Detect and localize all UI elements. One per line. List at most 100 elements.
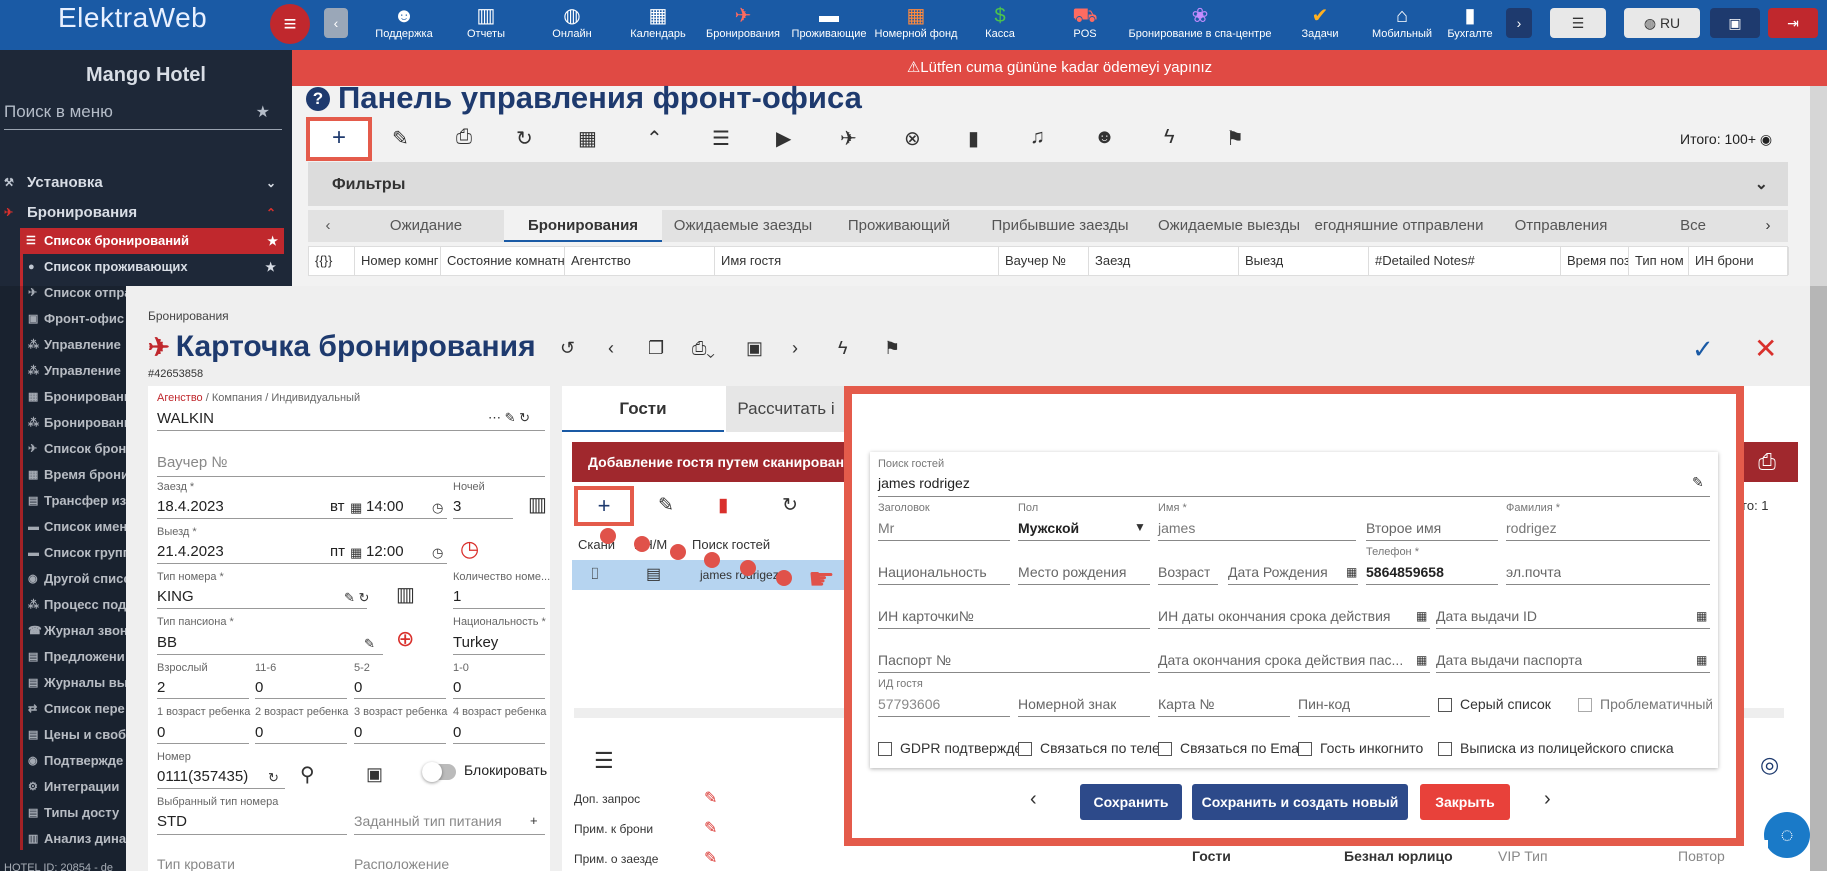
calendar-icon[interactable]: ▦ — [1346, 565, 1357, 579]
column-header[interactable]: Агентство — [565, 247, 715, 275]
flag-icon[interactable]: ⚑ — [884, 338, 900, 359]
edit-icon[interactable]: ✎ — [1692, 474, 1704, 491]
child-age2-field[interactable]: 0 — [255, 724, 263, 741]
column-header[interactable]: {{}} — [309, 247, 355, 275]
tab-expected-departures[interactable]: Ожидаемые выезды — [1144, 210, 1314, 242]
checkout-time-field[interactable]: 12:00 — [366, 543, 404, 560]
calendar-icon[interactable]: ▦ — [1696, 653, 1707, 667]
tab-calculate[interactable]: Рассчитать і — [726, 386, 846, 432]
sidebar-section-bookings[interactable]: ✈ Бронирования ⌃ — [0, 200, 292, 226]
passport-issue-date-field[interactable]: Дата выдачи паспорта — [1436, 652, 1582, 668]
first-name-field[interactable]: james — [1158, 520, 1195, 536]
nav-pos[interactable]: ⛟ POS — [1060, 0, 1110, 50]
tab-bookings[interactable]: Бронирования — [504, 210, 662, 242]
tab-departures[interactable]: Отправления — [1486, 210, 1636, 242]
location-field[interactable]: Расположение — [354, 856, 449, 871]
lightning-icon[interactable]: ϟ — [838, 338, 848, 359]
star-icon[interactable]: ★ — [265, 254, 276, 280]
selected-room-type-field[interactable]: STD — [157, 813, 187, 830]
pin-field[interactable]: Пин-код — [1298, 696, 1350, 712]
card-number-field[interactable]: Карта № — [1158, 696, 1214, 712]
nav-accounting[interactable]: ▮ Бухгалте — [1446, 0, 1494, 50]
add-circle-icon[interactable]: ⊕ — [396, 626, 414, 652]
chat-button[interactable]: ◌ — [1764, 812, 1810, 858]
sidebar-item[interactable]: ● Список проживающих ★ — [0, 254, 292, 280]
tab-guests[interactable]: Гости — [562, 386, 724, 432]
last-name-field[interactable]: rodrigez — [1506, 520, 1557, 536]
bell-icon[interactable]: ♫ — [1030, 126, 1045, 149]
problematic-checkbox[interactable] — [1578, 698, 1592, 712]
police-list-checkbox[interactable] — [1438, 742, 1452, 756]
language-button[interactable]: ◍ RU — [1624, 8, 1700, 38]
breadcrumb[interactable]: Бронирования — [148, 309, 229, 323]
column-header[interactable]: Состояние комнатн — [441, 247, 565, 275]
clock-icon[interactable]: ◷ — [432, 545, 443, 561]
tab-arrived[interactable]: Прибывшие заезды — [978, 210, 1142, 242]
nav-cashier[interactable]: $ Касса — [970, 0, 1030, 50]
refresh-icon[interactable]: ↻ — [782, 494, 798, 517]
gender-select[interactable]: Мужской — [1018, 520, 1079, 536]
calendar-icon[interactable]: ▦ — [1416, 653, 1427, 667]
filters-panel[interactable]: Фильтры ⌄ — [308, 162, 1788, 206]
tab-waiting[interactable]: Ожидание — [348, 210, 504, 242]
alarm-clock-icon[interactable]: ◷ — [460, 536, 479, 562]
nav-support[interactable]: ☻ Поддержка — [366, 0, 442, 50]
block-toggle[interactable] — [422, 762, 456, 782]
departure-icon[interactable]: ✈ — [840, 126, 857, 151]
birthplace-field[interactable]: Место рождения — [1018, 564, 1126, 580]
nav-mobile[interactable]: ⌂ Мобильный — [1366, 0, 1438, 50]
cancel-icon[interactable]: ⊗ — [904, 126, 921, 151]
chart-icon[interactable]: ▥ — [528, 492, 547, 517]
repeat-select[interactable]: Повтор — [1678, 848, 1725, 864]
child-age1-field[interactable]: 0 — [157, 724, 165, 741]
screen-button[interactable]: ▣ — [1710, 8, 1760, 38]
tab-expected-arrivals[interactable]: Ожидаемые заезды — [664, 210, 822, 242]
excel-icon[interactable]: ▦ — [578, 126, 597, 151]
sidebar-section-setup[interactable]: ⚒ Установка ⌄ — [0, 170, 292, 196]
nights-field[interactable]: 3 — [453, 498, 461, 515]
image-icon[interactable]: ▣ — [366, 764, 383, 785]
voucher-field[interactable]: Ваучер № — [157, 454, 227, 471]
edit-note-icon[interactable]: ✎ — [704, 818, 717, 838]
contact-email-checkbox[interactable] — [1158, 742, 1172, 756]
child-age4-field[interactable]: 0 — [453, 724, 461, 741]
prev-guest-button[interactable]: ‹ — [1030, 788, 1037, 811]
agency-field[interactable]: WALKIN — [157, 410, 214, 427]
chevron-up-icon[interactable]: ⌃ — [646, 126, 663, 151]
column-header[interactable]: ИН брони — [1689, 247, 1789, 275]
nav-back-button[interactable]: ‹ — [324, 8, 348, 38]
list-icon[interactable]: ☰ — [594, 748, 614, 774]
edit-note-icon[interactable]: ✎ — [704, 788, 717, 808]
column-header[interactable]: Номер комнг — [355, 247, 441, 275]
id-card-icon[interactable]: ▤ — [646, 560, 661, 590]
edit-icon[interactable]: ✎ — [392, 126, 409, 151]
nav-online[interactable]: ◍ Онлайн — [534, 0, 610, 50]
calendar-icon[interactable]: ▦ — [350, 500, 362, 516]
column-header[interactable]: Тип ном — [1629, 247, 1689, 275]
room-type-field[interactable]: KING — [157, 588, 194, 605]
nav-reports[interactable]: ▥ Отчеты — [448, 0, 524, 50]
nav-bookings[interactable]: ✈ Бронирования — [700, 0, 786, 50]
adult-field[interactable]: 2 — [157, 679, 165, 696]
next-icon[interactable]: › — [792, 338, 798, 359]
passport-expiry-field[interactable]: Дата окончания срока действия пас... — [1158, 652, 1410, 668]
star-icon[interactable]: ★ — [267, 228, 278, 254]
id-issue-date-field[interactable]: Дата выдачи ID — [1436, 608, 1537, 624]
id-expiry-field[interactable]: ИН даты окончания срока действия — [1158, 608, 1390, 624]
video-icon[interactable]: ▶ — [776, 126, 791, 151]
calendar-icon[interactable]: ▦ — [350, 545, 362, 561]
menu-toggle-button[interactable]: ≡ — [270, 4, 310, 44]
rooms-count-field[interactable]: 1 — [453, 588, 461, 605]
close-icon[interactable]: ✕ — [1754, 332, 1777, 365]
checkin-time-field[interactable]: 14:00 — [366, 498, 404, 515]
list-icon[interactable]: ☰ — [712, 126, 730, 151]
confirm-icon[interactable]: ✓ — [1692, 334, 1714, 365]
gdpr-checkbox[interactable] — [878, 742, 892, 756]
print-button[interactable]: ⎙ — [1736, 442, 1798, 482]
middle-name-field[interactable]: Второе имя — [1366, 520, 1441, 536]
column-header[interactable]: Выезд — [1239, 247, 1369, 275]
nationality-field[interactable]: Национальность — [878, 564, 987, 580]
child3-field[interactable]: 0 — [453, 679, 461, 696]
checkout-date-field[interactable]: 21.4.2023 — [157, 543, 224, 560]
print-icon[interactable]: ⎙ — [456, 126, 472, 149]
